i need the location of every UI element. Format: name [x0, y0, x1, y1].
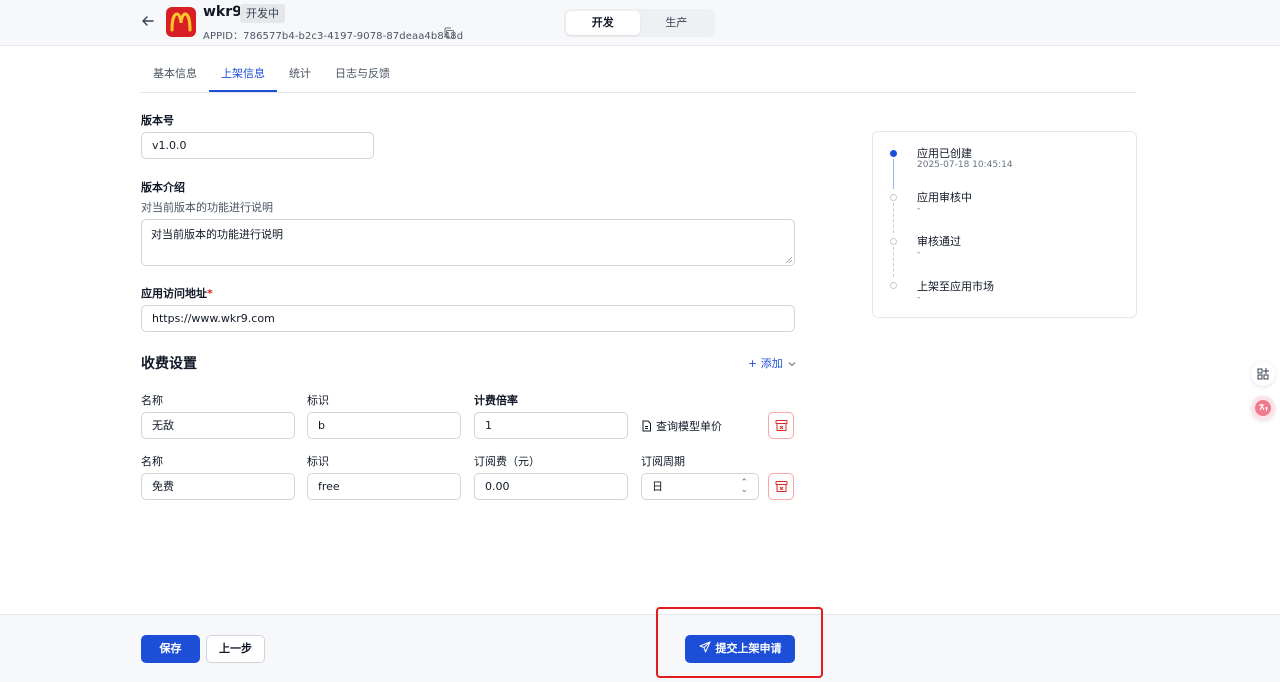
timeline-dot-pending: [890, 194, 897, 201]
version-input[interactable]: v1.0.0: [141, 132, 374, 159]
query-model-price-label: 查询模型单价: [656, 420, 722, 433]
env-tab-prod[interactable]: 生产: [640, 11, 714, 35]
row2-fee-input[interactable]: 0.00: [474, 473, 628, 500]
row1-id-label: 标识: [307, 394, 329, 407]
intro-hint: 对当前版本的功能进行说明: [141, 201, 273, 214]
timeline-step-time: -: [917, 204, 921, 214]
query-model-price-link[interactable]: 查询模型单价: [641, 418, 722, 434]
submit-listing-label: 提交上架申请: [715, 643, 782, 655]
timeline-step-title: 应用已创建: [917, 147, 972, 160]
row1-name-input[interactable]: 无敌: [141, 412, 295, 439]
add-billing-button[interactable]: + 添加: [748, 355, 796, 371]
timeline-dot-pending: [890, 282, 897, 289]
back-arrow-icon[interactable]: [140, 14, 156, 30]
env-tab-dev[interactable]: 开发: [566, 11, 640, 35]
translate-icon[interactable]: [1251, 396, 1275, 420]
archive-delete-icon: [775, 481, 788, 492]
timeline-line: [893, 203, 894, 233]
send-icon: [699, 641, 710, 653]
save-button[interactable]: 保存: [141, 635, 200, 663]
app-logo: [166, 7, 196, 37]
required-mark: *: [207, 287, 213, 300]
timeline-dot-done: [890, 150, 897, 157]
row1-name-label: 名称: [141, 394, 163, 407]
row1-id-input[interactable]: b: [307, 412, 461, 439]
row1-delete-button[interactable]: [768, 412, 794, 439]
row1-rate-label: 计费倍率: [474, 394, 518, 407]
select-updown-icon: ⌃ ⌄: [740, 478, 748, 495]
app-name: wkr9: [203, 4, 242, 20]
timeline-line: [893, 247, 894, 277]
resize-grip-icon[interactable]: [785, 256, 792, 263]
tab-listing-info[interactable]: 上架信息: [209, 56, 277, 92]
previous-step-button[interactable]: 上一步: [206, 635, 265, 663]
intro-textarea-value: 对当前版本的功能进行说明: [151, 228, 283, 241]
status-badge: 开发中: [240, 4, 285, 23]
row2-delete-button[interactable]: [768, 473, 794, 500]
row2-fee-label: 订阅费（元）: [474, 455, 540, 468]
document-icon: [642, 420, 651, 432]
timeline-step-title: 审核通过: [917, 235, 961, 248]
row2-period-label: 订阅周期: [641, 455, 685, 468]
row2-name-label: 名称: [141, 455, 163, 468]
page-tabs: 基本信息 上架信息 统计 日志与反馈: [141, 56, 1137, 93]
timeline-step-title: 应用审核中: [917, 191, 972, 204]
version-label: 版本号: [141, 114, 174, 127]
appid-text: APPID：786577b4-b2c3-4197-9078-87deaa4b84…: [203, 31, 464, 42]
tab-basic-info[interactable]: 基本信息: [141, 56, 209, 92]
url-label-text: 应用访问地址: [141, 287, 207, 300]
row2-id-input[interactable]: free: [307, 473, 461, 500]
status-timeline: 应用已创建 2025-07-18 10:45:14 应用审核中 - 审核通过 -…: [872, 131, 1137, 318]
url-input[interactable]: https://www.wkr9.com: [141, 305, 795, 332]
timeline-line: [893, 159, 894, 189]
row2-period-select[interactable]: 日 ⌃ ⌄: [641, 473, 759, 500]
timeline-step-time: -: [917, 248, 921, 258]
timeline-step-title: 上架至应用市场: [917, 280, 994, 293]
row2-name-input[interactable]: 免费: [141, 473, 295, 500]
timeline-dot-pending: [890, 238, 897, 245]
tab-logs-feedback[interactable]: 日志与反馈: [323, 56, 402, 92]
environment-switch: 开发 生产: [564, 9, 715, 37]
url-label: 应用访问地址*: [141, 285, 213, 301]
billing-title: 收费设置: [141, 356, 197, 372]
intro-label: 版本介绍: [141, 181, 185, 194]
row2-id-label: 标识: [307, 455, 329, 468]
row2-period-value: 日: [652, 480, 663, 493]
chevron-down-icon: [788, 362, 796, 367]
timeline-step-time: 2025-07-18 10:45:14: [917, 160, 1013, 170]
timeline-step-time: -: [917, 293, 921, 303]
tab-statistics[interactable]: 统计: [277, 56, 323, 92]
intro-textarea[interactable]: 对当前版本的功能进行说明: [141, 219, 795, 266]
submit-listing-button[interactable]: 提交上架申请: [685, 635, 795, 663]
grid-add-icon[interactable]: [1251, 362, 1275, 386]
app-header: wkr9 开发中 APPID：786577b4-b2c3-4197-9078-8…: [0, 0, 1280, 46]
action-footer: 保存 上一步 提交上架申请: [0, 614, 1280, 682]
add-billing-label: + 添加: [748, 357, 783, 370]
archive-delete-icon: [775, 420, 788, 431]
row1-rate-input[interactable]: 1: [474, 412, 628, 439]
copy-icon[interactable]: [443, 27, 457, 41]
